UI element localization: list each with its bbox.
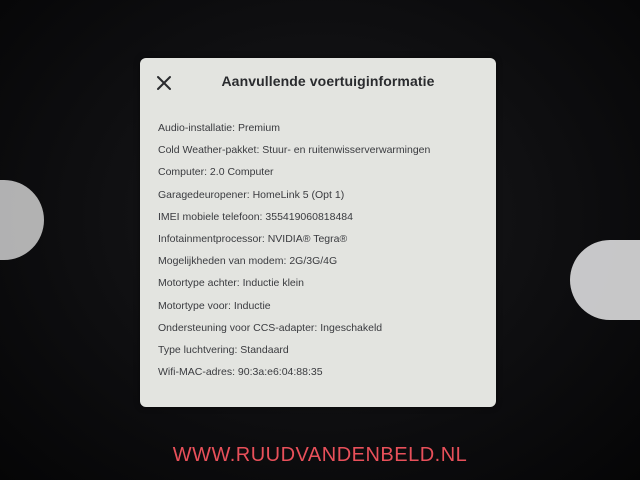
info-item-ccs-adapter: Ondersteuning voor CCS-adapter: Ingescha… xyxy=(158,321,383,334)
background-shape xyxy=(0,180,44,260)
info-item-front-motor: Motortype voor: Inductie xyxy=(158,299,271,312)
info-item-modem: Mogelijkheden van modem: 2G/3G/4G xyxy=(158,255,338,268)
info-item-infotainment-processor: Infotainmentprocessor: NVIDIA® Tegra® xyxy=(158,232,348,245)
info-item-garage-opener: Garagedeuropener: HomeLink 5 (Opt 1) xyxy=(158,188,345,201)
info-item-rear-motor: Motortype achter: Inductie klein xyxy=(158,277,304,290)
background-shape xyxy=(570,240,640,320)
info-item-imei: IMEI mobiele telefoon: 355419060818484 xyxy=(158,210,353,223)
info-list: Audio-installatie: Premium Cold Weather-… xyxy=(158,122,430,388)
vehicle-info-dialog: Aanvullende voertuiginformatie Audio-ins… xyxy=(140,58,496,407)
dialog-title: Aanvullende voertuiginformatie xyxy=(221,73,435,89)
info-item-computer: Computer: 2.0 Computer xyxy=(158,166,274,179)
info-item-audio: Audio-installatie: Premium xyxy=(158,122,280,134)
watermark-text: WWW.RUUDVANDENBELD.NL xyxy=(172,444,468,466)
screen-background: Aanvullende voertuiginformatie Audio-ins… xyxy=(0,0,640,480)
info-item-cold-weather: Cold Weather-pakket: Stuur- en ruitenwis… xyxy=(158,144,431,157)
info-item-wifi-mac: Wifi-MAC-adres: 90:3a:e6:04:88:35 xyxy=(158,366,323,379)
info-item-air-suspension: Type luchtvering: Standaard xyxy=(158,343,289,356)
